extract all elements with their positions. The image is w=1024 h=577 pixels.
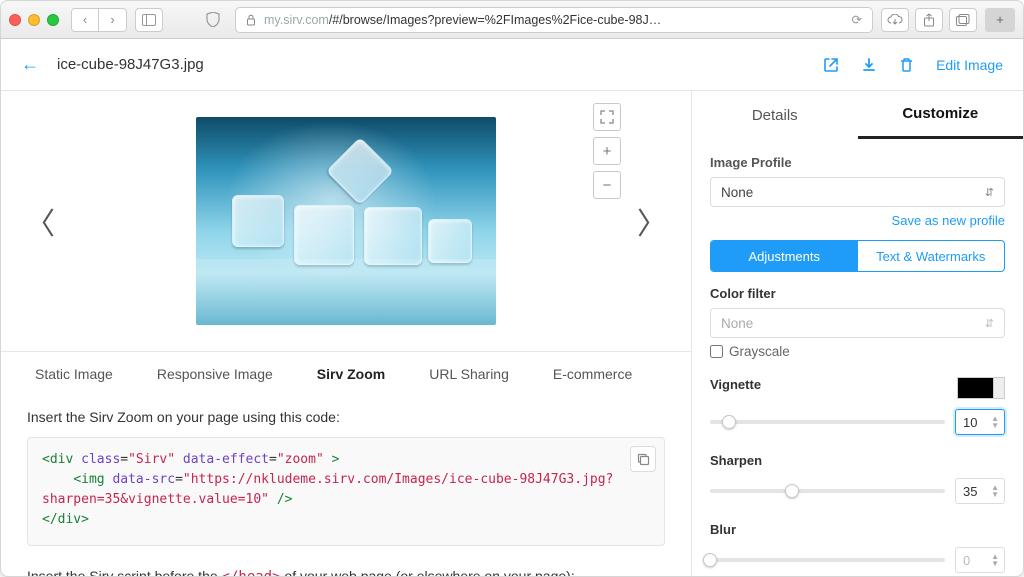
- vignette-color-swatch[interactable]: [957, 377, 1005, 399]
- script-intro-text: Insert the Sirv script before the </head…: [27, 568, 665, 576]
- browser-chrome: ‹ › my.sirv.com/#/browse/Images?preview=…: [1, 1, 1023, 39]
- tab-details[interactable]: Details: [692, 91, 858, 139]
- back-arrow[interactable]: ←: [21, 54, 39, 75]
- vignette-label: Vignette: [710, 377, 761, 392]
- tab-sirv-zoom[interactable]: Sirv Zoom: [295, 352, 407, 395]
- open-external-icon[interactable]: [823, 57, 839, 73]
- file-title: ice-cube-98J47G3.jpg: [57, 56, 805, 73]
- code-intro-text: Insert the Sirv Zoom on your page using …: [27, 409, 665, 425]
- vignette-value-input[interactable]: 10▲▼: [955, 409, 1005, 435]
- code-tabs: Static Image Responsive Image Sirv Zoom …: [1, 351, 691, 395]
- download-icon[interactable]: [861, 57, 877, 73]
- image-preview: 〈 〉 + −: [1, 91, 691, 351]
- blur-value-input[interactable]: 0▲▼: [955, 547, 1005, 573]
- blur-slider[interactable]: [710, 558, 945, 562]
- code-snippet-box: <div class="Sirv" data-effect="zoom" > <…: [27, 437, 665, 546]
- nav-forward-button[interactable]: ›: [99, 8, 127, 32]
- sidebar-toggle-button[interactable]: [135, 8, 163, 32]
- lock-icon: [246, 14, 256, 26]
- grayscale-checkbox[interactable]: Grayscale: [710, 344, 1005, 359]
- tab-url-sharing[interactable]: URL Sharing: [407, 352, 531, 395]
- edit-image-link[interactable]: Edit Image: [936, 57, 1003, 73]
- color-filter-select[interactable]: None ⇵: [710, 308, 1005, 338]
- nav-back-button[interactable]: ‹: [71, 8, 99, 32]
- tab-static-image[interactable]: Static Image: [13, 352, 135, 395]
- sharpen-label: Sharpen: [710, 453, 1005, 468]
- tab-responsive-image[interactable]: Responsive Image: [135, 352, 295, 395]
- save-profile-link[interactable]: Save as new profile: [710, 213, 1005, 228]
- app-header: ← ice-cube-98J47G3.jpg Edit Image: [1, 39, 1023, 91]
- share-button[interactable]: [915, 8, 943, 32]
- shield-icon[interactable]: [199, 8, 227, 32]
- tab-customize[interactable]: Customize: [858, 91, 1024, 139]
- image-profile-select[interactable]: None ⇵: [710, 177, 1005, 207]
- next-image-button[interactable]: 〉: [637, 199, 667, 243]
- prev-image-button[interactable]: 〈: [25, 199, 55, 243]
- blur-label: Blur: [710, 522, 1005, 537]
- fullscreen-button[interactable]: [593, 103, 621, 131]
- vignette-slider[interactable]: [710, 420, 945, 424]
- cloud-download-button[interactable]: [881, 8, 909, 32]
- tab-ecommerce[interactable]: E-commerce: [531, 352, 654, 395]
- url-bar[interactable]: my.sirv.com/#/browse/Images?preview=%2FI…: [235, 7, 873, 33]
- copy-code-button[interactable]: [630, 446, 656, 472]
- tab-adjustments[interactable]: Adjustments: [711, 241, 858, 271]
- sharpen-slider[interactable]: [710, 489, 945, 493]
- zoom-in-button[interactable]: +: [593, 137, 621, 165]
- color-filter-label: Color filter: [710, 286, 1005, 301]
- image-profile-label: Image Profile: [710, 155, 1005, 170]
- tab-text-watermarks[interactable]: Text & Watermarks: [858, 241, 1005, 271]
- chevron-updown-icon: ⇵: [985, 186, 994, 199]
- url-path: /#/browse/Images?preview=%2FImages%2Fice…: [329, 13, 661, 27]
- sharpen-value-input[interactable]: 35▲▼: [955, 478, 1005, 504]
- url-host: my.sirv.com: [264, 13, 329, 27]
- chevron-updown-icon: ⇵: [985, 317, 994, 330]
- preview-image[interactable]: [196, 117, 496, 325]
- delete-icon[interactable]: [899, 57, 914, 73]
- window-controls[interactable]: [9, 14, 63, 26]
- new-tab-button[interactable]: +: [985, 8, 1015, 32]
- tabs-button[interactable]: [949, 8, 977, 32]
- reload-icon[interactable]: ⟳: [852, 12, 862, 27]
- zoom-out-button[interactable]: −: [593, 171, 621, 199]
